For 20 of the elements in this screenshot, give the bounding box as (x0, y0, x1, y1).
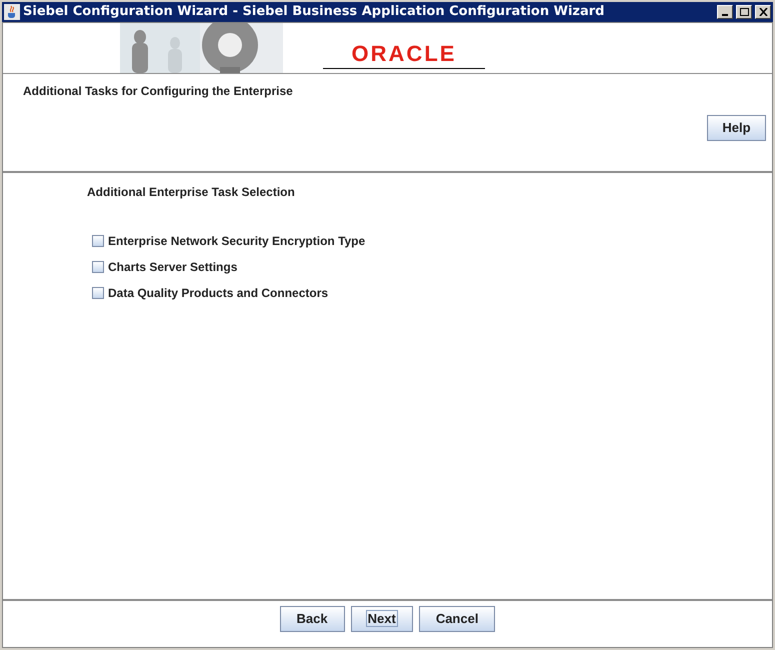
java-cup-icon (4, 4, 20, 20)
task-label: Enterprise Network Security Encryption Type (108, 233, 366, 250)
help-button[interactable]: Help (707, 115, 766, 141)
maximize-button[interactable] (736, 5, 752, 19)
task-checkbox[interactable] (92, 261, 104, 273)
task-checkbox[interactable] (92, 235, 104, 247)
wizard-button[interactable]: Cancel (418, 606, 496, 632)
oracle-logo: ORACLE (352, 43, 456, 65)
window-title: Siebel Configuration Wizard - Siebel Business Application Configuration Wizard (23, 3, 604, 22)
task-label: Charts Server Settings (108, 259, 238, 276)
section-title: Additional Enterprise Task Selection (87, 184, 295, 201)
close-button[interactable] (755, 5, 771, 19)
wizard-button[interactable]: Back (280, 606, 345, 632)
task-label: Data Quality Products and Connectors (108, 285, 328, 302)
minimize-button[interactable] (717, 5, 733, 19)
header-title: Additional Tasks for Configuring the Enterprise (23, 83, 293, 100)
task-checkbox[interactable] (92, 287, 104, 299)
maximize-icon (740, 8, 748, 16)
close-icon (758, 8, 768, 16)
wizard-button[interactable]: Next (350, 606, 413, 632)
